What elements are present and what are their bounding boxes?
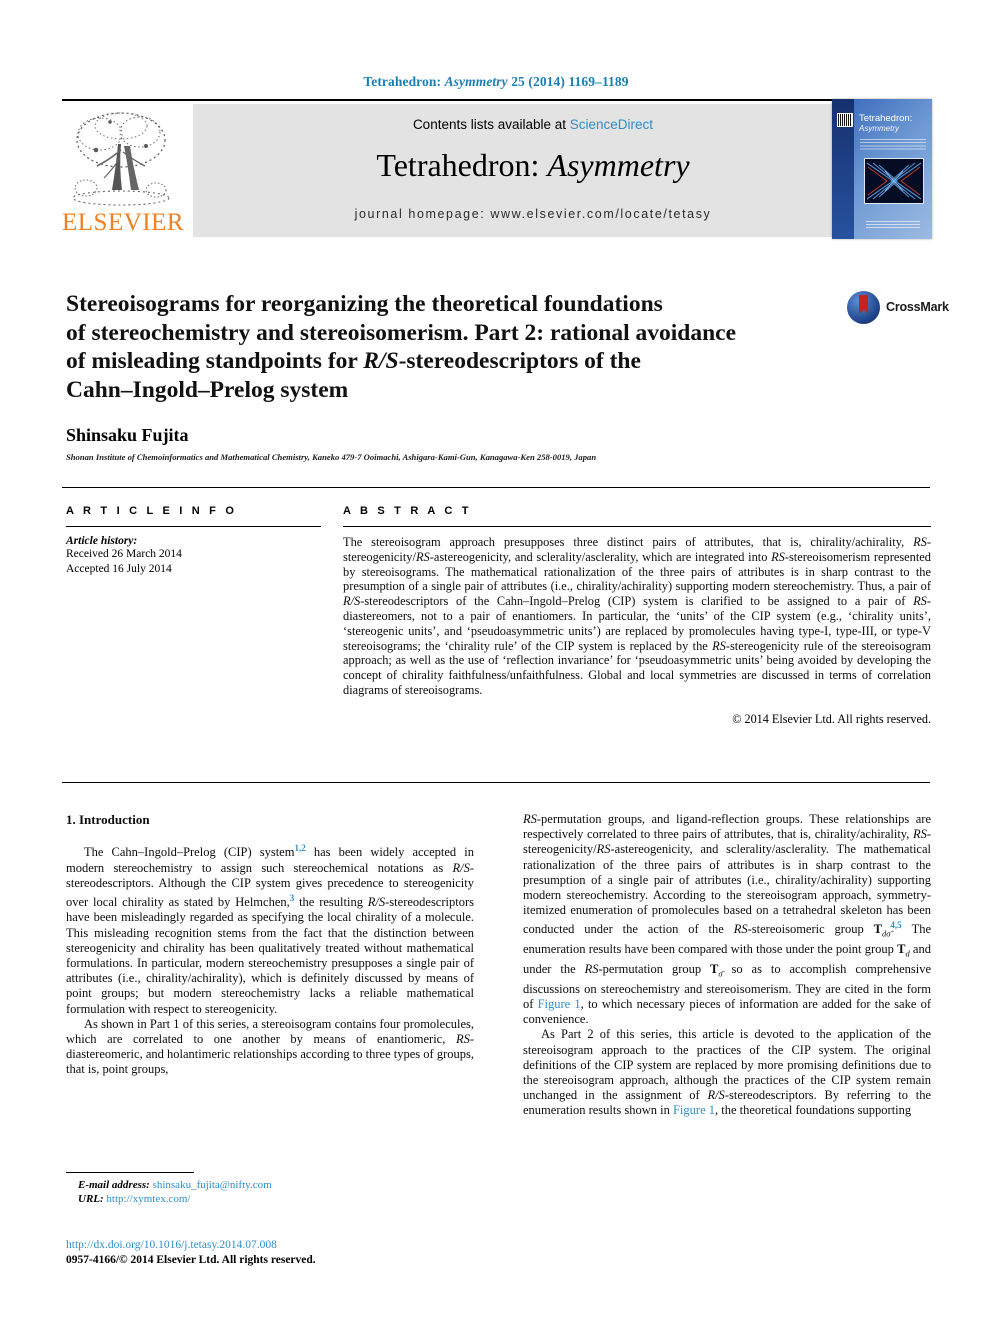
- body-column-left: 1. Introduction The Cahn–Ingold–Prelog (…: [66, 812, 474, 1078]
- section-heading-introduction: 1. Introduction: [66, 812, 150, 827]
- cover-footer-lines: [866, 221, 920, 230]
- intro-paragraph-3: As Part 2 of this series, this article i…: [523, 1027, 932, 1118]
- running-head-citation: 25 (2014) 1169–1189: [511, 74, 629, 89]
- article-info-rule: [66, 526, 321, 527]
- intro-paragraph-2: As shown in Part 1 of this series, a ste…: [66, 1016, 474, 1077]
- article-received-date: Received 26 March 2014: [66, 548, 182, 560]
- article-info-heading: A R T I C L E I N F O: [66, 505, 238, 517]
- cover-title-line2: Asymmetry: [859, 124, 899, 133]
- article-title-line1: Stereoisograms for reorganizing the theo…: [66, 291, 663, 317]
- body-column-right: RS-permutation groups, and ligand-reflec…: [523, 812, 931, 1119]
- group-symbol-subscript: dσ̂: [881, 929, 891, 940]
- email-label: E-mail address:: [78, 1179, 150, 1191]
- cover-title: Tetrahedron: Asymmetry: [859, 114, 929, 134]
- article-title-line4: Cahn–Ingold–Prelog system: [66, 376, 349, 403]
- cover-subtitle-lines: [860, 139, 926, 152]
- abstract-text: The stereoisogram approach presupposes t…: [343, 535, 931, 697]
- group-symbol-rs-stereoisomeric: T: [873, 922, 882, 937]
- title-block: Stereoisograms for reorganizing the theo…: [66, 290, 826, 404]
- citation-ref-1-2[interactable]: 1,2: [294, 843, 305, 853]
- footnote-url-row: URL: http://xymtex.com/: [66, 1192, 486, 1206]
- article-history-label: Article history:: [66, 535, 138, 547]
- abstract-column: A B S T R A C T The stereoisogram approa…: [343, 505, 931, 727]
- publication-footer: http://dx.doi.org/10.1016/j.tetasy.2014.…: [66, 1238, 496, 1267]
- author-affiliation: Shonan Institute of Chemoinformatics and…: [66, 452, 597, 462]
- article-accepted-date: Accepted 16 July 2014: [66, 562, 172, 575]
- journal-title: Tetrahedron: Asymmetry: [193, 147, 873, 184]
- abstract-heading: A B S T R A C T: [343, 505, 472, 517]
- info-section-top-rule: [62, 487, 930, 488]
- crossmark-label: CrossMark: [886, 300, 949, 314]
- contents-available-line: Contents lists available at ScienceDirec…: [193, 117, 873, 132]
- elsevier-tree-icon: [66, 106, 176, 211]
- footnote-separator: [66, 1172, 194, 1173]
- elsevier-wordmark: ELSEVIER: [62, 209, 185, 236]
- intro-paragraph-1: The Cahn–Ingold–Prelog (CIP) system1,2 h…: [66, 843, 475, 1016]
- doi-link[interactable]: http://dx.doi.org/10.1016/j.tetasy.2014.…: [66, 1238, 496, 1253]
- url-link[interactable]: http://xymtex.com/: [106, 1193, 190, 1205]
- article-title-line2: of stereochemistry and stereoisomerism. …: [66, 319, 737, 346]
- intro-paragraph-2-continued: RS-permutation groups, and ligand-reflec…: [523, 812, 932, 1027]
- article-title-line3b: -stereodescriptors of the: [398, 348, 641, 374]
- abstract-copyright: © 2014 Elsevier Ltd. All rights reserved…: [732, 711, 931, 726]
- running-head: Tetrahedron: Asymmetry 25 (2014) 1169–11…: [0, 74, 992, 90]
- citation-ref-4-5[interactable]: 4,5: [890, 920, 901, 930]
- cover-title-line1: Tetrahedron:: [859, 113, 913, 124]
- cover-barcode-icon: [837, 113, 853, 127]
- article-title-line3-italic: R/S: [363, 348, 399, 374]
- journal-article-page: Tetrahedron: Asymmetry 25 (2014) 1169–11…: [0, 0, 992, 1323]
- cover-artwork: [864, 158, 924, 204]
- sciencedirect-link[interactable]: ScienceDirect: [570, 117, 653, 132]
- contents-prefix: Contents lists available at: [412, 117, 570, 132]
- journal-homepage-line[interactable]: journal homepage: www.elsevier.com/locat…: [193, 207, 873, 221]
- journal-band: Contents lists available at ScienceDirec…: [193, 104, 873, 237]
- info-section-bottom-rule: [62, 782, 930, 783]
- footnote-block: E-mail address: shinsaku_fujita@nifty.co…: [66, 1178, 486, 1206]
- email-link[interactable]: shinsaku_fujita@nifty.com: [153, 1179, 272, 1191]
- author-name: Shinsaku Fujita: [66, 425, 189, 445]
- running-head-journal-italic: Asymmetry: [444, 74, 508, 89]
- url-label: URL:: [78, 1193, 104, 1205]
- article-info-column: A R T I C L E I N F O Article history: R…: [66, 505, 321, 576]
- masthead: ELSEVIER Contents lists available at Sci…: [62, 99, 930, 241]
- running-head-journal: Tetrahedron:: [363, 74, 442, 89]
- article-title-line3a: of misleading standpoints for: [66, 348, 364, 374]
- figure-1-link-a[interactable]: Figure 1: [538, 997, 581, 1011]
- journal-title-italic: Asymmetry: [547, 147, 690, 183]
- issn-copyright-line: 0957-4166/© 2014 Elsevier Ltd. All right…: [66, 1253, 316, 1266]
- elsevier-logo: ELSEVIER: [62, 106, 185, 236]
- abstract-rule: [343, 526, 931, 527]
- crossmark-badge[interactable]: CrossMark: [847, 291, 949, 327]
- journal-title-main: Tetrahedron:: [376, 147, 548, 183]
- article-title: Stereoisograms for reorganizing the theo…: [66, 290, 826, 404]
- footnote-email-row: E-mail address: shinsaku_fujita@nifty.co…: [66, 1178, 486, 1192]
- journal-cover-thumbnail[interactable]: Tetrahedron: Asymmetry: [832, 99, 932, 239]
- figure-1-link-b[interactable]: Figure 1: [673, 1103, 715, 1117]
